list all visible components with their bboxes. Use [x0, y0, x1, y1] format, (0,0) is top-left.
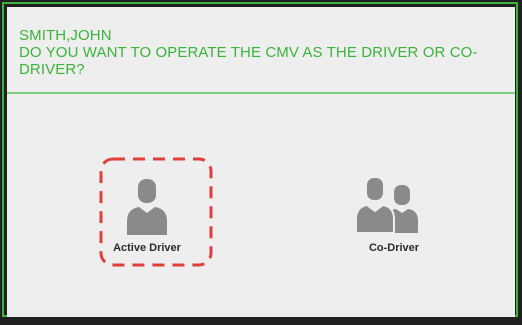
header-divider [7, 92, 515, 94]
two-persons-icon [356, 177, 418, 233]
app-frame: SMITH,JOHN DO YOU WANT TO OPERATE THE CM… [0, 0, 522, 325]
selection-highlight [99, 157, 213, 267]
bottom-bar [0, 317, 522, 325]
driver-role-dialog: SMITH,JOHN DO YOU WANT TO OPERATE THE CM… [7, 7, 515, 317]
co-driver-button[interactable]: Co-Driver [334, 163, 454, 263]
question-text-line-1: DO YOU WANT TO OPERATE THE CMV AS THE DR… [19, 44, 478, 61]
dialog-header: SMITH,JOHN DO YOU WANT TO OPERATE THE CM… [7, 7, 515, 93]
driver-name: SMITH,JOHN [19, 27, 112, 44]
question-text-line-2: DRIVER? [19, 61, 85, 78]
co-driver-label: Co-Driver [368, 242, 420, 254]
